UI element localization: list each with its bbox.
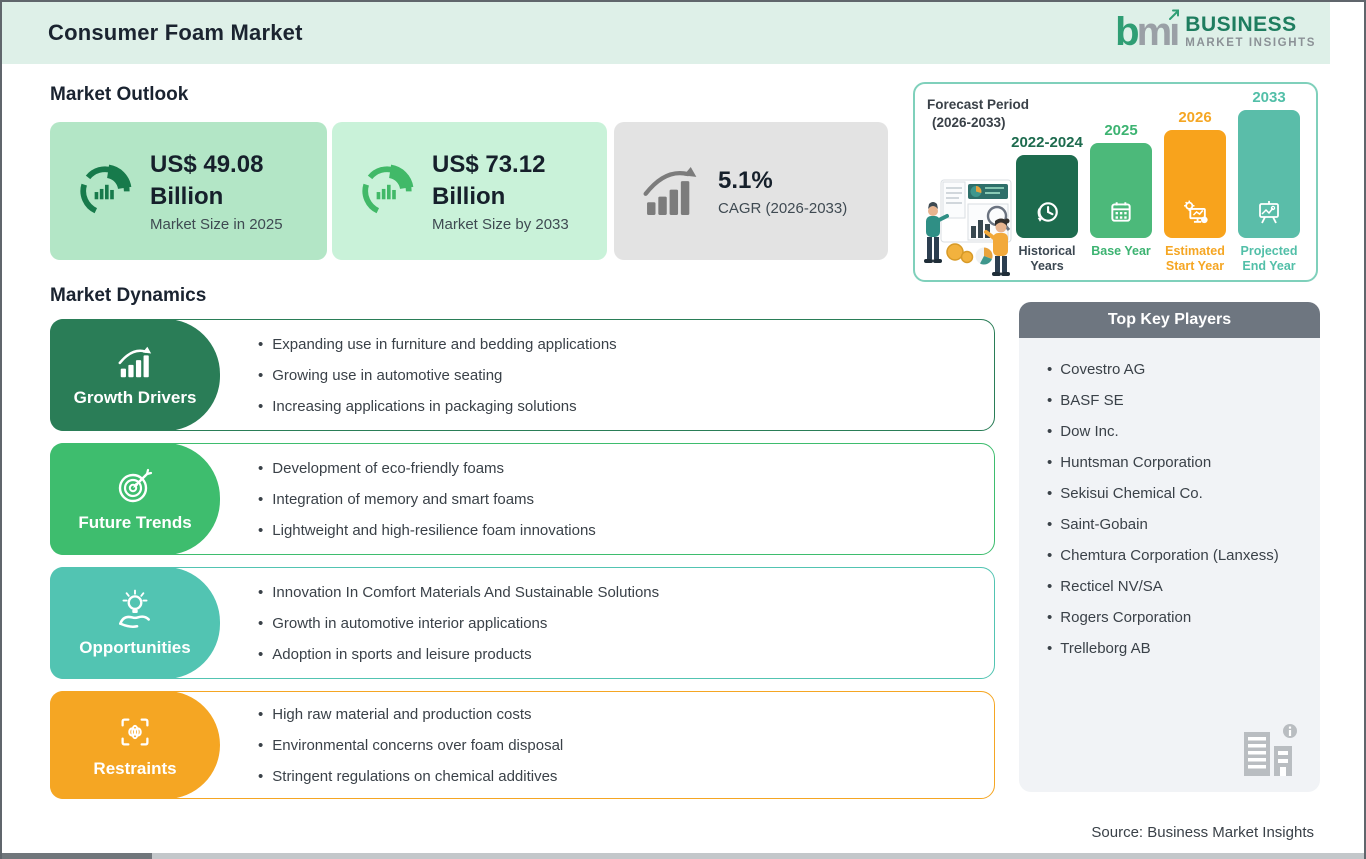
market-size-2025-caption: Market Size in 2025 <box>150 216 283 233</box>
bullet-item: Development of eco-friendly foams <box>258 460 994 477</box>
bullet-item: Environmental concerns over foam disposa… <box>258 737 994 754</box>
opportunities-label-block: Opportunities <box>50 567 220 679</box>
forecast-period-panel: Forecast Period (2026-2033) 2022-2024 <box>913 82 1318 282</box>
dynamics-row-opportunities: Opportunities Innovation In Comfort Mate… <box>50 567 995 679</box>
forecast-bar-estimated: 2026 Estimated Start Year <box>1159 109 1231 274</box>
bullet-item: Integration of memory and smart foams <box>258 491 994 508</box>
card-text: US$ 49.08Billion Market Size in 2025 <box>150 149 283 234</box>
dynamics-row-growth-drivers: Growth Drivers Expanding use in furnitur… <box>50 319 995 431</box>
restraints-bullets: High raw material and production costs E… <box>220 692 994 798</box>
logo-line1: BUSINESS <box>1185 14 1316 36</box>
opportunities-label: Opportunities <box>79 638 190 658</box>
bmi-logo-icon: bmı <box>1115 10 1177 54</box>
company-buildings-icon <box>1240 722 1298 776</box>
bullet-item: Expanding use in furniture and bedding a… <box>258 336 994 353</box>
bullet-item: Innovation In Comfort Materials And Sust… <box>258 584 994 601</box>
market-size-2025-value: US$ 49.08Billion <box>150 149 283 214</box>
calendar-icon <box>1108 199 1134 225</box>
donut-chart-icon <box>76 162 134 220</box>
logo-text: BUSINESS MARKET INSIGHTS <box>1185 14 1316 51</box>
header-bar: Consumer Foam Market bmı BUSINESS MARKET… <box>2 2 1330 64</box>
key-player-item: Sekisui Chemical Co. <box>1047 478 1310 509</box>
bullet-item: Lightweight and high-resilience foam inn… <box>258 522 994 539</box>
market-dynamics-heading: Market Dynamics <box>50 285 206 307</box>
growth-drivers-label-block: Growth Drivers <box>50 319 220 431</box>
forecast-bar-label: Base Year <box>1091 244 1151 274</box>
logo-line2: MARKET INSIGHTS <box>1185 36 1316 51</box>
forecast-bar-projected: 2033 Projected End Year <box>1233 89 1305 274</box>
cagr-card: 5.1% CAGR (2026-2033) <box>614 122 888 260</box>
bullet-item: Stringent regulations on chemical additi… <box>258 768 994 785</box>
top-key-players-panel: Top Key Players Covestro AG BASF SE Dow … <box>1019 302 1320 792</box>
key-player-item: Recticel NV/SA <box>1047 571 1310 602</box>
horizontal-scrollbar[interactable] <box>2 853 1364 859</box>
horizontal-scrollbar-thumb[interactable] <box>2 853 152 859</box>
forecast-period-title: Forecast Period (2026-2033) <box>927 96 1029 132</box>
projection-board-icon <box>1256 199 1282 225</box>
growth-drivers-label: Growth Drivers <box>74 388 197 408</box>
dynamics-row-restraints: Restraints High raw material and product… <box>50 691 995 799</box>
source-text: Source: Business Market Insights <box>1091 824 1314 841</box>
growth-bars-icon <box>640 162 702 220</box>
dynamics-row-future-trends: Future Trends Development of eco-friendl… <box>50 443 995 555</box>
cagr-value: 5.1% <box>718 165 847 197</box>
constraint-knot-icon <box>114 712 156 752</box>
company-logo: bmı BUSINESS MARKET INSIGHTS <box>1115 10 1316 54</box>
market-size-2033-caption: Market Size by 2033 <box>432 216 569 233</box>
top-key-players-heading: Top Key Players <box>1019 302 1320 338</box>
bullet-item: Growing use in automotive seating <box>258 367 994 384</box>
logo-arrow-icon <box>1168 8 1181 21</box>
forecast-bar-label: Estimated Start Year <box>1159 244 1231 274</box>
history-clock-icon <box>1034 199 1060 225</box>
forecast-bar-historical: 2022-2024 Historical Years <box>1011 134 1083 274</box>
card-text: 5.1% CAGR (2026-2033) <box>718 165 847 217</box>
key-player-item: Trelleborg AB <box>1047 633 1310 664</box>
key-player-item: BASF SE <box>1047 385 1310 416</box>
key-player-item: Saint-Gobain <box>1047 509 1310 540</box>
forecast-bar-label: Historical Years <box>1011 244 1083 274</box>
key-player-item: Huntsman Corporation <box>1047 447 1310 478</box>
key-player-item: Dow Inc. <box>1047 416 1310 447</box>
restraints-label-block: Restraints <box>50 691 220 799</box>
infographic-page: Consumer Foam Market bmı BUSINESS MARKET… <box>0 0 1366 859</box>
opportunities-bullets: Innovation In Comfort Materials And Sust… <box>220 568 994 678</box>
key-player-item: Rogers Corporation <box>1047 602 1310 633</box>
analysts-illustration <box>921 164 1025 276</box>
future-trends-label-block: Future Trends <box>50 443 220 555</box>
growth-chart-icon <box>114 343 156 381</box>
idea-hand-icon <box>114 589 156 631</box>
future-trends-bullets: Development of eco-friendly foams Integr… <box>220 444 994 554</box>
key-player-item: Chemtura Corporation (Lanxess) <box>1047 540 1310 571</box>
forecast-bar-base: 2025 Base Year <box>1085 122 1157 274</box>
future-trends-label: Future Trends <box>78 513 191 533</box>
bullet-item: High raw material and production costs <box>258 706 994 723</box>
market-size-2025-card: US$ 49.08Billion Market Size in 2025 <box>50 122 327 260</box>
bullet-item: Adoption in sports and leisure products <box>258 646 994 663</box>
market-outlook-heading: Market Outlook <box>50 84 188 106</box>
key-players-list: Covestro AG BASF SE Dow Inc. Huntsman Co… <box>1019 338 1320 664</box>
bullet-item: Growth in automotive interior applicatio… <box>258 615 994 632</box>
bullet-item: Increasing applications in packaging sol… <box>258 398 994 415</box>
key-player-item: Covestro AG <box>1047 354 1310 385</box>
growth-drivers-bullets: Expanding use in furniture and bedding a… <box>220 320 994 430</box>
donut-chart-icon <box>358 162 416 220</box>
forecast-bar-label: Projected End Year <box>1233 244 1305 274</box>
target-icon <box>114 466 156 506</box>
restraints-label: Restraints <box>93 759 176 779</box>
page-title: Consumer Foam Market <box>48 2 303 64</box>
estimate-gear-icon <box>1182 199 1209 225</box>
cagr-caption: CAGR (2026-2033) <box>718 200 847 217</box>
card-text: US$ 73.12Billion Market Size by 2033 <box>432 149 569 234</box>
market-size-2033-card: US$ 73.12Billion Market Size by 2033 <box>332 122 607 260</box>
market-size-2033-value: US$ 73.12Billion <box>432 149 569 214</box>
